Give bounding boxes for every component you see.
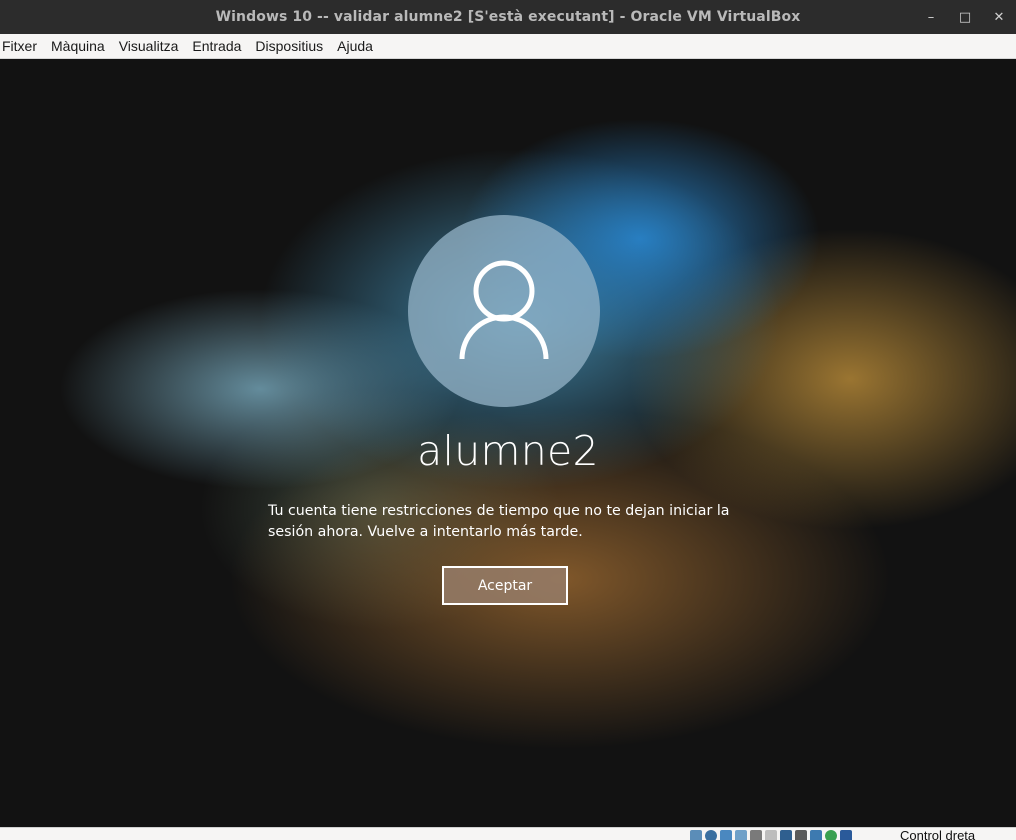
usb-icon[interactable] — [750, 830, 762, 840]
user-icon — [459, 260, 549, 360]
audio-icon[interactable] — [720, 830, 732, 840]
status-bar: Control dreta — [0, 827, 1016, 840]
optical-drive-icon[interactable] — [705, 830, 717, 840]
restriction-message: Tu cuenta tiene restricciones de tiempo … — [268, 503, 730, 540]
vm-display[interactable]: alumne2 Tu cuenta tiene restricciones de… — [0, 59, 1016, 827]
close-button[interactable]: ✕ — [982, 0, 1016, 34]
window-controls: – □ ✕ — [914, 0, 1016, 34]
menu-bar: Fitxer Màquina Visualitza Entrada Dispos… — [0, 34, 1016, 59]
network-icon[interactable] — [735, 830, 747, 840]
mouse-integration-icon[interactable] — [825, 830, 837, 840]
display-icon[interactable] — [780, 830, 792, 840]
window-titlebar[interactable]: Windows 10 -- validar alumne2 [S'està ex… — [0, 0, 1016, 34]
menu-dispositius[interactable]: Dispositius — [255, 34, 330, 59]
status-icons — [690, 830, 852, 840]
menu-maquina[interactable]: Màquina — [51, 34, 112, 59]
menu-ajuda[interactable]: Ajuda — [337, 34, 380, 59]
host-key-label: Control dreta — [900, 828, 976, 840]
video-capture-icon[interactable] — [795, 830, 807, 840]
minimize-button[interactable]: – — [914, 0, 948, 34]
maximize-button[interactable]: □ — [948, 0, 982, 34]
cpu-icon[interactable] — [810, 830, 822, 840]
shared-folders-icon[interactable] — [765, 830, 777, 840]
user-avatar — [408, 215, 600, 407]
menu-entrada[interactable]: Entrada — [192, 34, 248, 59]
username: alumne2 — [417, 427, 599, 475]
accept-button[interactable]: Aceptar — [442, 566, 568, 605]
hard-disk-icon[interactable] — [690, 830, 702, 840]
menu-fitxer[interactable]: Fitxer — [2, 34, 44, 59]
window-title: Windows 10 -- validar alumne2 [S'està ex… — [215, 9, 801, 25]
menu-visualitza[interactable]: Visualitza — [119, 34, 186, 59]
keyboard-icon[interactable] — [840, 830, 852, 840]
